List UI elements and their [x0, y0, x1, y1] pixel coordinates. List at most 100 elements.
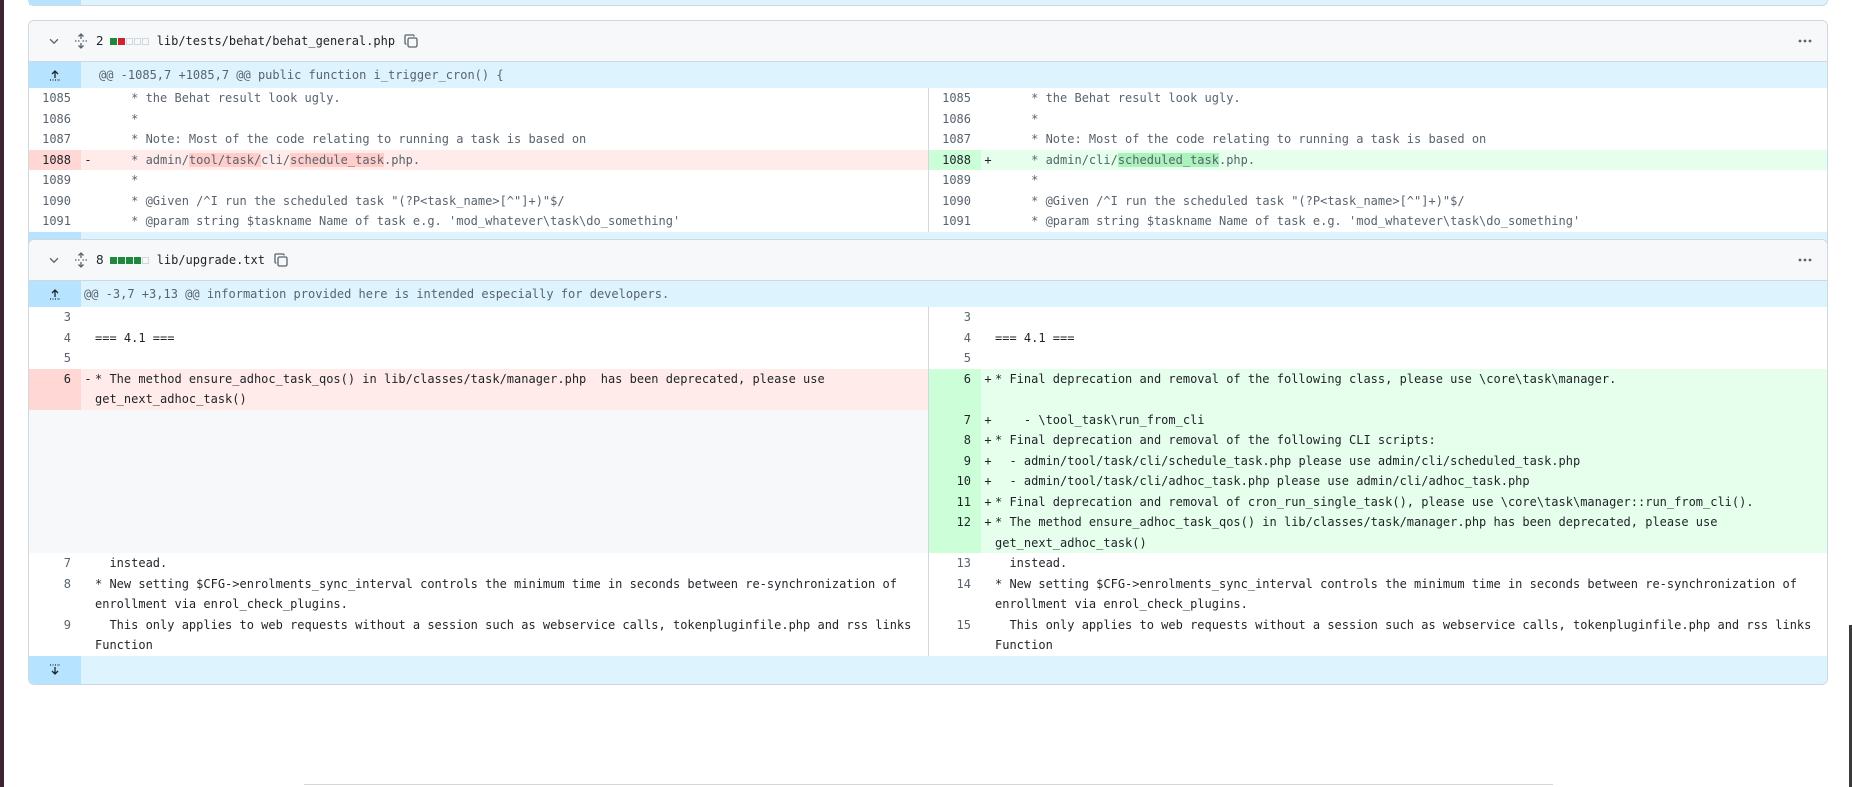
empty-line — [95, 409, 928, 430]
diff-marker — [981, 307, 995, 328]
code-text: - \tool_task\run_from_cli — [995, 409, 1827, 430]
line-number[interactable]: 1091 — [29, 211, 81, 232]
line-number[interactable] — [29, 430, 81, 451]
line-number[interactable]: 3 — [929, 307, 981, 328]
diff-marker — [81, 307, 95, 328]
unfold-icon[interactable] — [73, 33, 89, 49]
right-line: 12 + * The method ensure_adhoc_task_qos() … — [928, 512, 1827, 553]
line-number[interactable]: 7 — [29, 553, 81, 574]
diffstat-block — [125, 37, 133, 45]
line-number[interactable]: 5 — [29, 348, 81, 369]
left-line — [29, 430, 928, 451]
diff-marker — [81, 409, 95, 430]
fold-up-icon — [47, 286, 63, 302]
diff-marker: + — [981, 149, 995, 170]
diff-row: 1088- * admin/tool/task/cli/schedule_tas… — [29, 149, 1827, 170]
kebab-horizontal-icon[interactable] — [1797, 33, 1813, 49]
code-text: * the Behat result look ugly. — [995, 91, 1241, 105]
line-number[interactable] — [29, 409, 81, 430]
left-line: 1087 * Note: Most of the code relating t… — [29, 129, 928, 150]
line-number[interactable]: 1091 — [929, 211, 981, 232]
chevron-down-icon[interactable] — [47, 253, 61, 267]
line-number[interactable]: 6 — [29, 368, 81, 410]
right-line: 9 + - admin/tool/task/cli/schedule_task.p… — [928, 450, 1827, 471]
line-number[interactable] — [29, 512, 81, 553]
line-number[interactable]: 1086 — [929, 109, 981, 130]
diffstat — [109, 256, 149, 264]
line-number[interactable]: 1089 — [929, 170, 981, 191]
right-line: 14 * New setting $CFG->enrolments_sync_in… — [928, 573, 1827, 615]
code-text: * — [995, 173, 1039, 187]
changed-segment: schedule_task — [290, 152, 384, 167]
diff-marker — [81, 170, 95, 191]
code-segment: .php. — [384, 152, 421, 167]
line-number[interactable]: 1085 — [929, 88, 981, 109]
diffstat-block — [133, 256, 141, 264]
code-text: * Note: Most of the code relating to run… — [995, 132, 1487, 146]
diffstat-block — [109, 37, 117, 45]
line-number[interactable]: 6 — [929, 368, 981, 410]
diff-file-upgrade-txt: 8 lib/upgrade.txt @@ -3,7 +3,13 @@ informa… — [28, 239, 1828, 685]
diffstat-block — [141, 256, 149, 264]
diff-rows: 1085 * the Behat result look ugly. 1085 *… — [29, 88, 1827, 232]
change-count: 2 — [96, 34, 104, 48]
left-line — [29, 450, 928, 471]
unfold-icon[interactable] — [73, 252, 89, 268]
right-line: 1091 * @param string $taskname Name of t… — [928, 211, 1827, 232]
line-number[interactable]: 4 — [29, 328, 81, 349]
line-number[interactable]: 3 — [29, 307, 81, 328]
copy-icon[interactable] — [403, 33, 419, 49]
line-number[interactable]: 1086 — [29, 109, 81, 130]
right-line: 6 + * Final deprecation and removal of the… — [928, 368, 1827, 410]
line-number[interactable]: 4 — [929, 328, 981, 349]
expand-up-button[interactable] — [29, 281, 81, 307]
line-number[interactable]: 1090 — [29, 191, 81, 212]
code-text: * admin/cli/scheduled_task.php. — [995, 149, 1827, 170]
line-number[interactable] — [29, 450, 81, 471]
line-number[interactable]: 9 — [929, 450, 981, 471]
line-number[interactable]: 8 — [929, 430, 981, 451]
code-text: * New setting $CFG->enrolments_sync_inte… — [95, 576, 897, 612]
previous-file-expander[interactable] — [28, 0, 1828, 6]
line-number[interactable]: 15 — [929, 615, 981, 656]
diff-row: 1086 * 1086 * — [29, 108, 1827, 130]
line-number[interactable]: 12 — [929, 512, 981, 553]
diff-marker — [981, 615, 995, 656]
line-number[interactable]: 1085 — [29, 88, 81, 109]
line-number[interactable]: 1090 — [929, 191, 981, 212]
right-line: 15 This only applies to web requests wit… — [928, 614, 1827, 656]
diff-file-behat-general: 2 lib/tests/behat/behat_general.php @@ -10… — [28, 20, 1828, 261]
line-number[interactable]: 11 — [929, 491, 981, 512]
line-number[interactable]: 9 — [29, 615, 81, 656]
line-number[interactable]: 8 — [29, 574, 81, 615]
diff-row: 8 * New setting $CFG->enrolments_sync_int… — [29, 573, 1827, 615]
code-segment: * admin/ — [95, 152, 189, 167]
chevron-down-icon[interactable] — [47, 34, 61, 48]
diff-marker — [81, 191, 95, 212]
line-number[interactable]: 10 — [929, 471, 981, 492]
line-number[interactable]: 14 — [929, 574, 981, 615]
kebab-horizontal-icon[interactable] — [1797, 252, 1813, 268]
line-number[interactable]: 13 — [929, 553, 981, 574]
line-number[interactable]: 5 — [929, 348, 981, 369]
file-path[interactable]: lib/upgrade.txt — [157, 253, 265, 267]
line-number[interactable]: 1088 — [929, 149, 981, 170]
line-number[interactable]: 1089 — [29, 170, 81, 191]
line-number[interactable] — [29, 471, 81, 492]
expand-down-button[interactable] — [29, 655, 81, 684]
copy-icon[interactable] — [273, 252, 289, 268]
diff-rows: 3 3 4 === 4.1 === 4 === 4.1 === 5 5 6- * The meth… — [29, 307, 1827, 656]
right-line: 1088 + * admin/cli/scheduled_task.php. — [928, 149, 1827, 170]
line-number[interactable]: 1087 — [29, 129, 81, 150]
file-path[interactable]: lib/tests/behat/behat_general.php — [157, 34, 395, 48]
code-segment: .php. — [1218, 152, 1256, 167]
hunk-range: @@ -1085,7 +1085,7 @@ public function i_… — [99, 68, 504, 82]
line-number[interactable]: 7 — [929, 409, 981, 430]
line-number[interactable]: 1088 — [29, 149, 81, 170]
diff-marker — [81, 491, 95, 512]
line-number[interactable]: 1087 — [929, 129, 981, 150]
expand-up-button[interactable] — [29, 62, 81, 88]
diff-marker: + — [981, 491, 995, 512]
code-text: * Final deprecation and removal of the f… — [995, 430, 1827, 451]
line-number[interactable] — [29, 491, 81, 512]
